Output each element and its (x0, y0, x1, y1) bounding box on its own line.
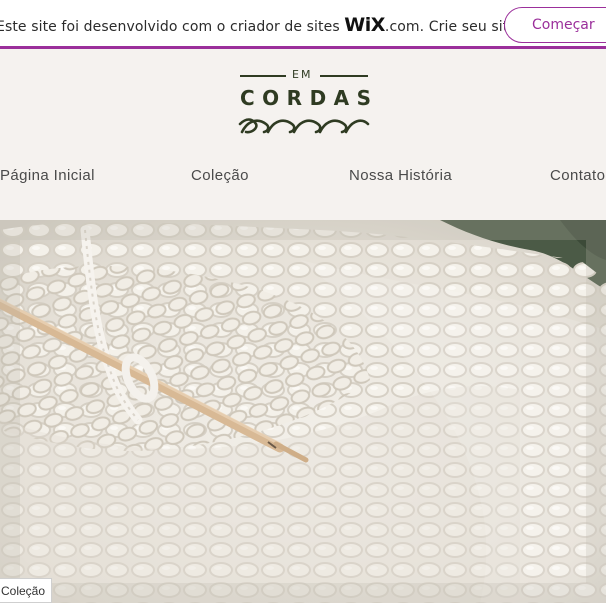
logo-title: CORDAS (240, 86, 379, 110)
start-button[interactable]: Começar (504, 7, 606, 43)
collection-label[interactable]: Coleção (0, 578, 53, 603)
site-logo[interactable]: EM CORDAS (238, 64, 372, 139)
crochet-photo (0, 220, 606, 603)
logo-divider-right (320, 75, 368, 77)
logo-em-row: EM (238, 68, 372, 82)
rope-icon (238, 118, 370, 134)
hero-image (0, 220, 606, 603)
logo-divider-left (240, 75, 286, 77)
wix-logo[interactable]: WiX (344, 14, 385, 36)
logo-em-text: EM (292, 68, 313, 81)
wix-banner-text: Este site foi desenvolvido com o criador… (0, 14, 557, 36)
nav-item-our-story[interactable]: Nossa História (349, 167, 452, 184)
nav-item-collection[interactable]: Coleção (191, 167, 249, 184)
site-header: EM CORDAS Página Inicial Coleção Nossa H… (0, 49, 606, 220)
wix-banner: Este site foi desenvolvido com o criador… (0, 0, 606, 49)
nav-item-contact[interactable]: Contato (550, 167, 605, 184)
wix-text-before: Este site foi desenvolvido com o criador… (0, 19, 345, 35)
nav-item-home[interactable]: Página Inicial (0, 167, 95, 184)
